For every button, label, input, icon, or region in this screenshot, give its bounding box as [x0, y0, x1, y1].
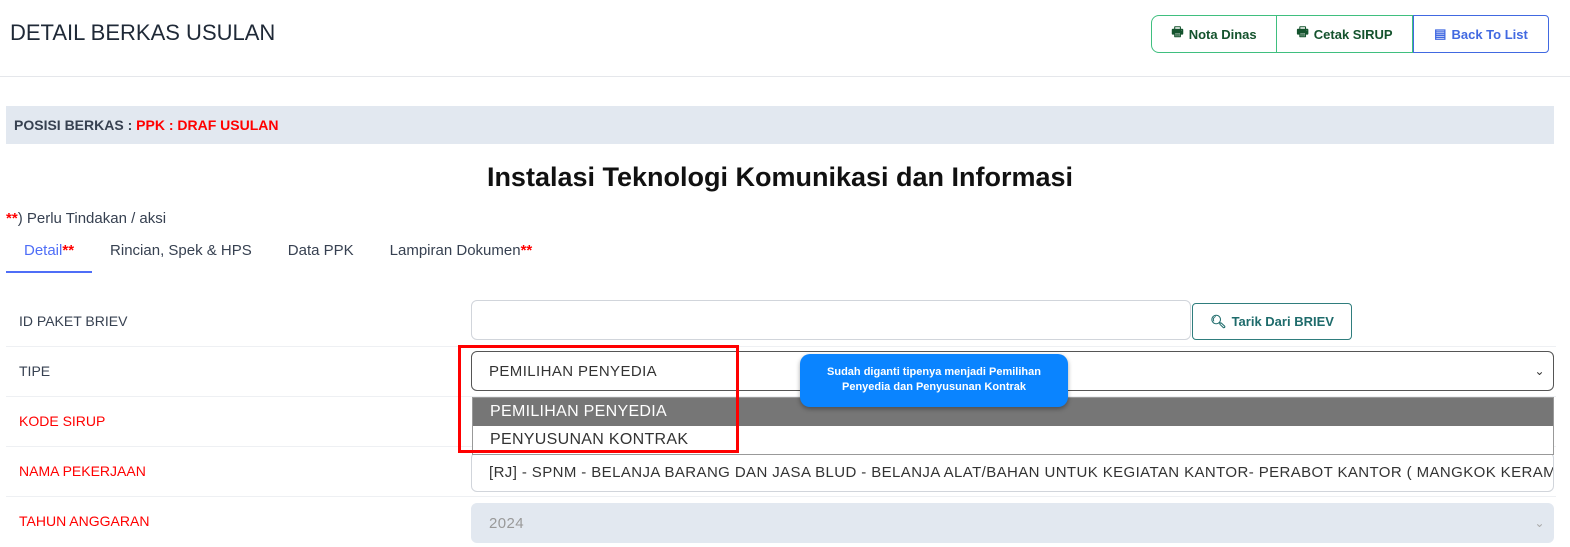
tab-star: **: [62, 242, 75, 259]
note-stars: **: [6, 210, 18, 227]
tab-lampiran[interactable]: Lampiran Dokumen**: [372, 236, 551, 273]
field-label: TAHUN ANGGARAN: [19, 513, 150, 529]
tab-rincian[interactable]: Rincian, Spek & HPS: [92, 236, 270, 273]
page-title: DETAIL BERKAS USULAN: [10, 20, 276, 45]
tab-label: Data PPK: [287, 242, 354, 259]
posisi-label: POSISI BERKAS :: [14, 117, 137, 133]
tab-bar: Detail** Rincian, Spek & HPS Data PPK La…: [6, 236, 550, 273]
field-label: ID PAKET BRIEV: [19, 313, 128, 329]
highlight-box: [458, 345, 739, 453]
note-text: ) Perlu Tindakan / aksi: [17, 210, 167, 227]
tarik-briev-button[interactable]: 🔍︎ Tarik Dari BRIEV: [1192, 303, 1352, 340]
id-paket-input[interactable]: [471, 300, 1191, 340]
tab-data-ppk[interactable]: Data PPK: [270, 236, 372, 273]
tab-star: **: [520, 242, 533, 259]
tab-label: Rincian, Spek & HPS: [110, 242, 252, 259]
tab-label: Lampiran Dokumen: [389, 242, 521, 259]
tahun-select[interactable]: 2024 ⌄: [471, 503, 1554, 543]
cetak-sirup-label: Cetak SIRUP: [1313, 26, 1393, 42]
chevron-down-icon: ⌄: [1534, 516, 1545, 530]
field-label: TIPE: [19, 363, 51, 379]
tab-label: Detail: [24, 242, 63, 259]
back-to-list-button[interactable]: ▤ Back To List: [1413, 15, 1549, 53]
posisi-berkas-bar: POSISI BERKAS : PPK : DRAF USULAN: [6, 106, 1554, 144]
action-note: **) Perlu Tindakan / aksi: [6, 210, 166, 227]
tab-detail[interactable]: Detail**: [6, 236, 93, 273]
package-heading: Instalasi Teknologi Komunikasi dan Infor…: [486, 162, 1074, 192]
tahun-value: 2024: [489, 515, 524, 532]
nota-dinas-button[interactable]: 🖶 Nota Dinas: [1151, 15, 1277, 53]
printer-icon: 🖶: [1171, 24, 1184, 39]
field-label: KODE SIRUP: [19, 413, 106, 429]
field-label: NAMA PEKERJAAN: [19, 463, 146, 479]
divider: [0, 76, 1570, 77]
posisi-value: PPK : DRAF USULAN: [136, 117, 279, 133]
back-to-list-label: Back To List: [1451, 26, 1528, 42]
nama-pekerjaan-input[interactable]: [RJ] - SPNM - BELANJA BARANG DAN JASA BL…: [471, 452, 1554, 492]
search-icon: 🔍︎: [1210, 313, 1227, 329]
printer-icon: 🖶: [1296, 24, 1309, 39]
nota-dinas-label: Nota Dinas: [1188, 26, 1257, 42]
chevron-down-icon: ⌄: [1534, 364, 1545, 378]
cetak-sirup-button[interactable]: 🖶 Cetak SIRUP: [1277, 15, 1413, 53]
tarik-label: Tarik Dari BRIEV: [1231, 314, 1334, 329]
header-actions: 🖶 Nota Dinas 🖶 Cetak SIRUP ▤ Back To List: [1151, 15, 1549, 53]
annotation-callout: Sudah diganti tipenya menjadi Pemilihan …: [800, 354, 1068, 407]
list-icon: ▤: [1434, 26, 1447, 41]
